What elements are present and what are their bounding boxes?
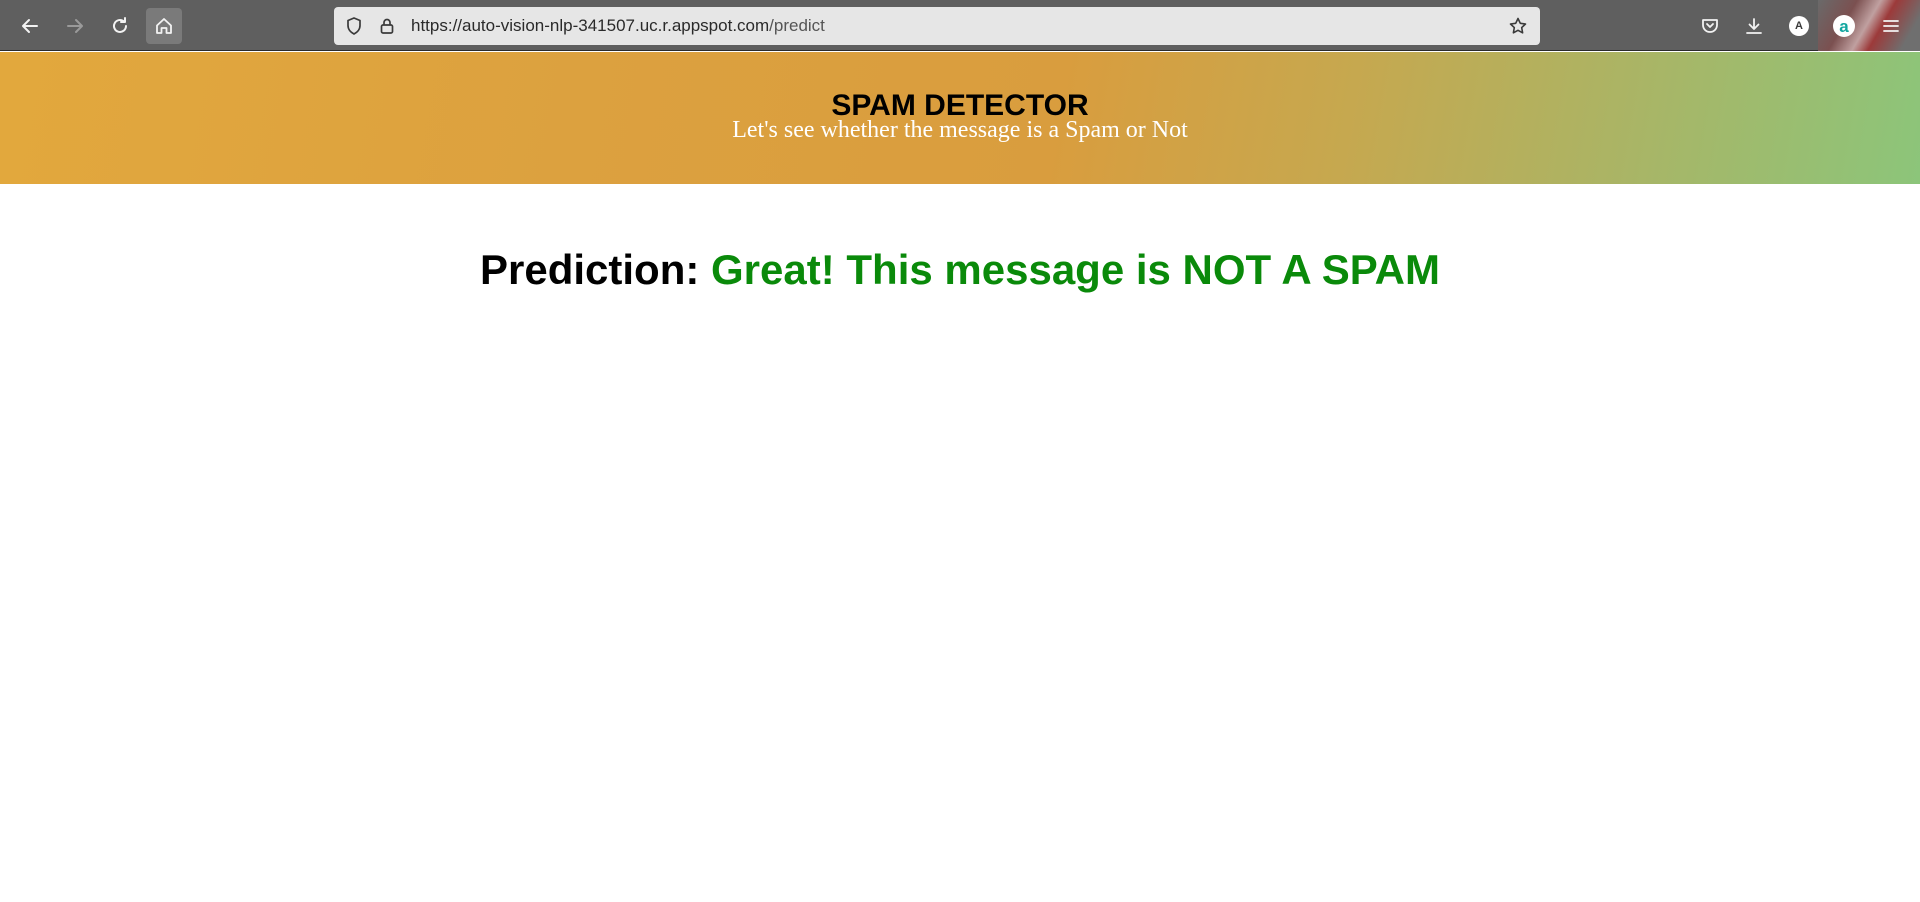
home-icon [156,18,172,34]
download-icon[interactable] [1742,14,1766,38]
lock-icon[interactable] [377,16,397,36]
back-button[interactable] [12,8,48,44]
reload-icon [113,17,127,33]
extension-icon: a [1833,15,1855,37]
extension-button[interactable]: a [1832,14,1856,38]
home-button[interactable] [146,8,182,44]
prediction-label: Prediction: [479,246,700,293]
url-bar[interactable]: https://auto-vision-nlp-341507.uc.r.apps… [334,7,1540,45]
url-host: https://auto-vision-nlp-341507.uc.r.apps… [411,16,770,35]
browser-toolbar: https://auto-vision-nlp-341507.uc.r.apps… [0,0,1920,51]
header-banner: SPAM DETECTOR Let's see whether the mess… [0,52,1920,184]
hamburger-menu-icon[interactable] [1879,14,1903,38]
forward-button[interactable] [57,8,93,44]
profile-avatar-initial: A [1789,16,1809,36]
arrow-left-icon [22,19,38,33]
url-text[interactable]: https://auto-vision-nlp-341507.uc.r.apps… [411,16,825,36]
star-icon[interactable] [1508,16,1528,36]
prediction-value: Great! This message is NOT A SPAM [711,246,1440,293]
arrow-right-icon [67,19,83,33]
reload-button[interactable] [102,8,138,44]
page-subtitle: Let's see whether the message is a Spam … [732,117,1188,143]
url-path: /predict [769,16,825,35]
shield-icon[interactable] [344,16,364,36]
profile-avatar[interactable]: A [1787,14,1811,38]
pocket-icon[interactable] [1698,14,1722,38]
prediction-result: Prediction: Great! This message is NOT A… [0,245,1920,295]
